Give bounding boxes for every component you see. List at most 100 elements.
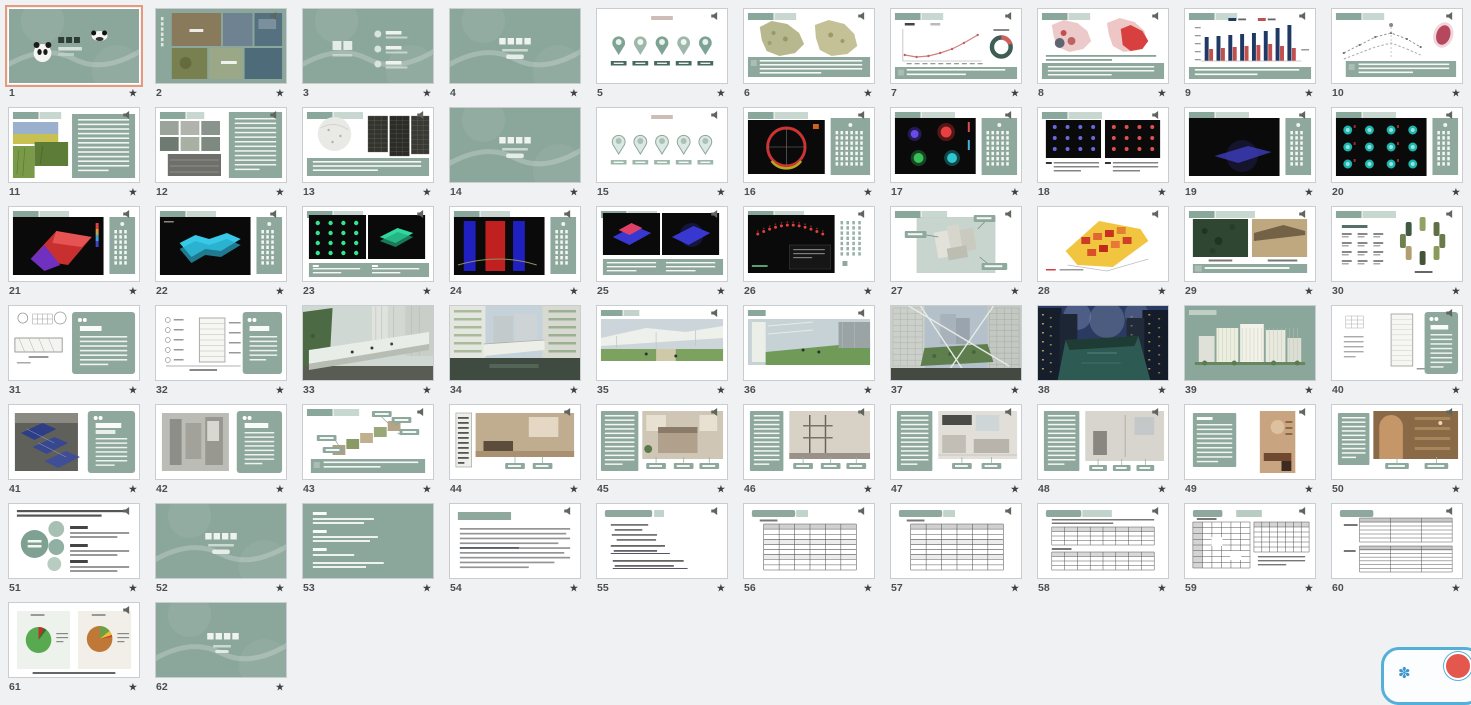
slide-thumbnail-17[interactable] <box>890 107 1022 183</box>
slide-thumbnail-48[interactable] <box>1037 404 1169 480</box>
transition-star-icon[interactable]: ★ <box>276 88 284 99</box>
transition-star-icon[interactable]: ★ <box>129 286 137 297</box>
transition-star-icon[interactable]: ★ <box>570 187 578 198</box>
slide-thumbnail-57[interactable] <box>890 503 1022 579</box>
transition-star-icon[interactable]: ★ <box>276 385 284 396</box>
transition-star-icon[interactable]: ★ <box>570 484 578 495</box>
transition-star-icon[interactable]: ★ <box>1452 385 1460 396</box>
transition-star-icon[interactable]: ★ <box>423 286 431 297</box>
slide-thumbnail-31[interactable] <box>8 305 140 381</box>
transition-star-icon[interactable]: ★ <box>1011 88 1019 99</box>
transition-star-icon[interactable]: ★ <box>717 484 725 495</box>
slide-thumbnail-38[interactable] <box>1037 305 1169 381</box>
transition-star-icon[interactable]: ★ <box>276 187 284 198</box>
slide-thumbnail-8[interactable] <box>1037 8 1169 84</box>
assistant-widget[interactable]: ✽ <box>1381 647 1471 705</box>
slide-thumbnail-61[interactable] <box>8 602 140 678</box>
transition-star-icon[interactable]: ★ <box>129 385 137 396</box>
transition-star-icon[interactable]: ★ <box>423 88 431 99</box>
transition-star-icon[interactable]: ★ <box>1011 385 1019 396</box>
slide-thumbnail-24[interactable] <box>449 206 581 282</box>
slide-thumbnail-42[interactable] <box>155 404 287 480</box>
transition-star-icon[interactable]: ★ <box>423 484 431 495</box>
slide-thumbnail-19[interactable] <box>1184 107 1316 183</box>
slide-thumbnail-9[interactable] <box>1184 8 1316 84</box>
transition-star-icon[interactable]: ★ <box>1305 484 1313 495</box>
slide-thumbnail-21[interactable] <box>8 206 140 282</box>
slide-thumbnail-1[interactable] <box>8 8 140 84</box>
slide-thumbnail-46[interactable] <box>743 404 875 480</box>
slide-thumbnail-15[interactable] <box>596 107 728 183</box>
transition-star-icon[interactable]: ★ <box>717 187 725 198</box>
slide-thumbnail-41[interactable] <box>8 404 140 480</box>
transition-star-icon[interactable]: ★ <box>1452 484 1460 495</box>
transition-star-icon[interactable]: ★ <box>423 583 431 594</box>
slide-thumbnail-16[interactable] <box>743 107 875 183</box>
slide-thumbnail-50[interactable] <box>1331 404 1463 480</box>
transition-star-icon[interactable]: ★ <box>570 88 578 99</box>
slide-thumbnail-32[interactable] <box>155 305 287 381</box>
transition-star-icon[interactable]: ★ <box>1011 286 1019 297</box>
slide-thumbnail-29[interactable] <box>1184 206 1316 282</box>
transition-star-icon[interactable]: ★ <box>129 187 137 198</box>
transition-star-icon[interactable]: ★ <box>423 187 431 198</box>
transition-star-icon[interactable]: ★ <box>1011 583 1019 594</box>
transition-star-icon[interactable]: ★ <box>1452 583 1460 594</box>
transition-star-icon[interactable]: ★ <box>1158 583 1166 594</box>
slide-thumbnail-4[interactable] <box>449 8 581 84</box>
transition-star-icon[interactable]: ★ <box>717 385 725 396</box>
transition-star-icon[interactable]: ★ <box>1305 88 1313 99</box>
slide-thumbnail-49[interactable] <box>1184 404 1316 480</box>
slide-thumbnail-34[interactable] <box>449 305 581 381</box>
slide-thumbnail-44[interactable] <box>449 404 581 480</box>
slide-thumbnail-47[interactable] <box>890 404 1022 480</box>
transition-star-icon[interactable]: ★ <box>717 286 725 297</box>
slide-thumbnail-36[interactable] <box>743 305 875 381</box>
transition-star-icon[interactable]: ★ <box>276 286 284 297</box>
slide-thumbnail-30[interactable] <box>1331 206 1463 282</box>
transition-star-icon[interactable]: ★ <box>1305 286 1313 297</box>
transition-star-icon[interactable]: ★ <box>276 682 284 693</box>
transition-star-icon[interactable]: ★ <box>570 385 578 396</box>
transition-star-icon[interactable]: ★ <box>864 583 872 594</box>
slide-thumbnail-54[interactable] <box>449 503 581 579</box>
transition-star-icon[interactable]: ★ <box>1158 88 1166 99</box>
slide-thumbnail-27[interactable] <box>890 206 1022 282</box>
transition-star-icon[interactable]: ★ <box>864 484 872 495</box>
slide-thumbnail-62[interactable] <box>155 602 287 678</box>
slide-thumbnail-20[interactable] <box>1331 107 1463 183</box>
transition-star-icon[interactable]: ★ <box>864 286 872 297</box>
transition-star-icon[interactable]: ★ <box>1305 187 1313 198</box>
slide-thumbnail-45[interactable] <box>596 404 728 480</box>
transition-star-icon[interactable]: ★ <box>1452 187 1460 198</box>
slide-thumbnail-13[interactable] <box>302 107 434 183</box>
transition-star-icon[interactable]: ★ <box>864 187 872 198</box>
transition-star-icon[interactable]: ★ <box>570 583 578 594</box>
transition-star-icon[interactable]: ★ <box>1158 484 1166 495</box>
slide-thumbnail-51[interactable] <box>8 503 140 579</box>
slide-thumbnail-14[interactable] <box>449 107 581 183</box>
transition-star-icon[interactable]: ★ <box>864 88 872 99</box>
slide-thumbnail-40[interactable] <box>1331 305 1463 381</box>
transition-star-icon[interactable]: ★ <box>1011 484 1019 495</box>
transition-star-icon[interactable]: ★ <box>129 88 137 99</box>
slide-thumbnail-37[interactable] <box>890 305 1022 381</box>
transition-star-icon[interactable]: ★ <box>423 385 431 396</box>
slide-thumbnail-59[interactable] <box>1184 503 1316 579</box>
slide-thumbnail-12[interactable] <box>155 107 287 183</box>
slide-thumbnail-7[interactable] <box>890 8 1022 84</box>
slide-thumbnail-5[interactable] <box>596 8 728 84</box>
slide-thumbnail-53[interactable] <box>302 503 434 579</box>
transition-star-icon[interactable]: ★ <box>1305 385 1313 396</box>
slide-thumbnail-43[interactable] <box>302 404 434 480</box>
slide-thumbnail-56[interactable] <box>743 503 875 579</box>
transition-star-icon[interactable]: ★ <box>129 583 137 594</box>
slide-thumbnail-60[interactable] <box>1331 503 1463 579</box>
slide-thumbnail-2[interactable] <box>155 8 287 84</box>
slide-thumbnail-25[interactable] <box>596 206 728 282</box>
transition-star-icon[interactable]: ★ <box>1452 88 1460 99</box>
transition-star-icon[interactable]: ★ <box>570 286 578 297</box>
slide-thumbnail-35[interactable] <box>596 305 728 381</box>
slide-thumbnail-26[interactable] <box>743 206 875 282</box>
slide-thumbnail-3[interactable] <box>302 8 434 84</box>
